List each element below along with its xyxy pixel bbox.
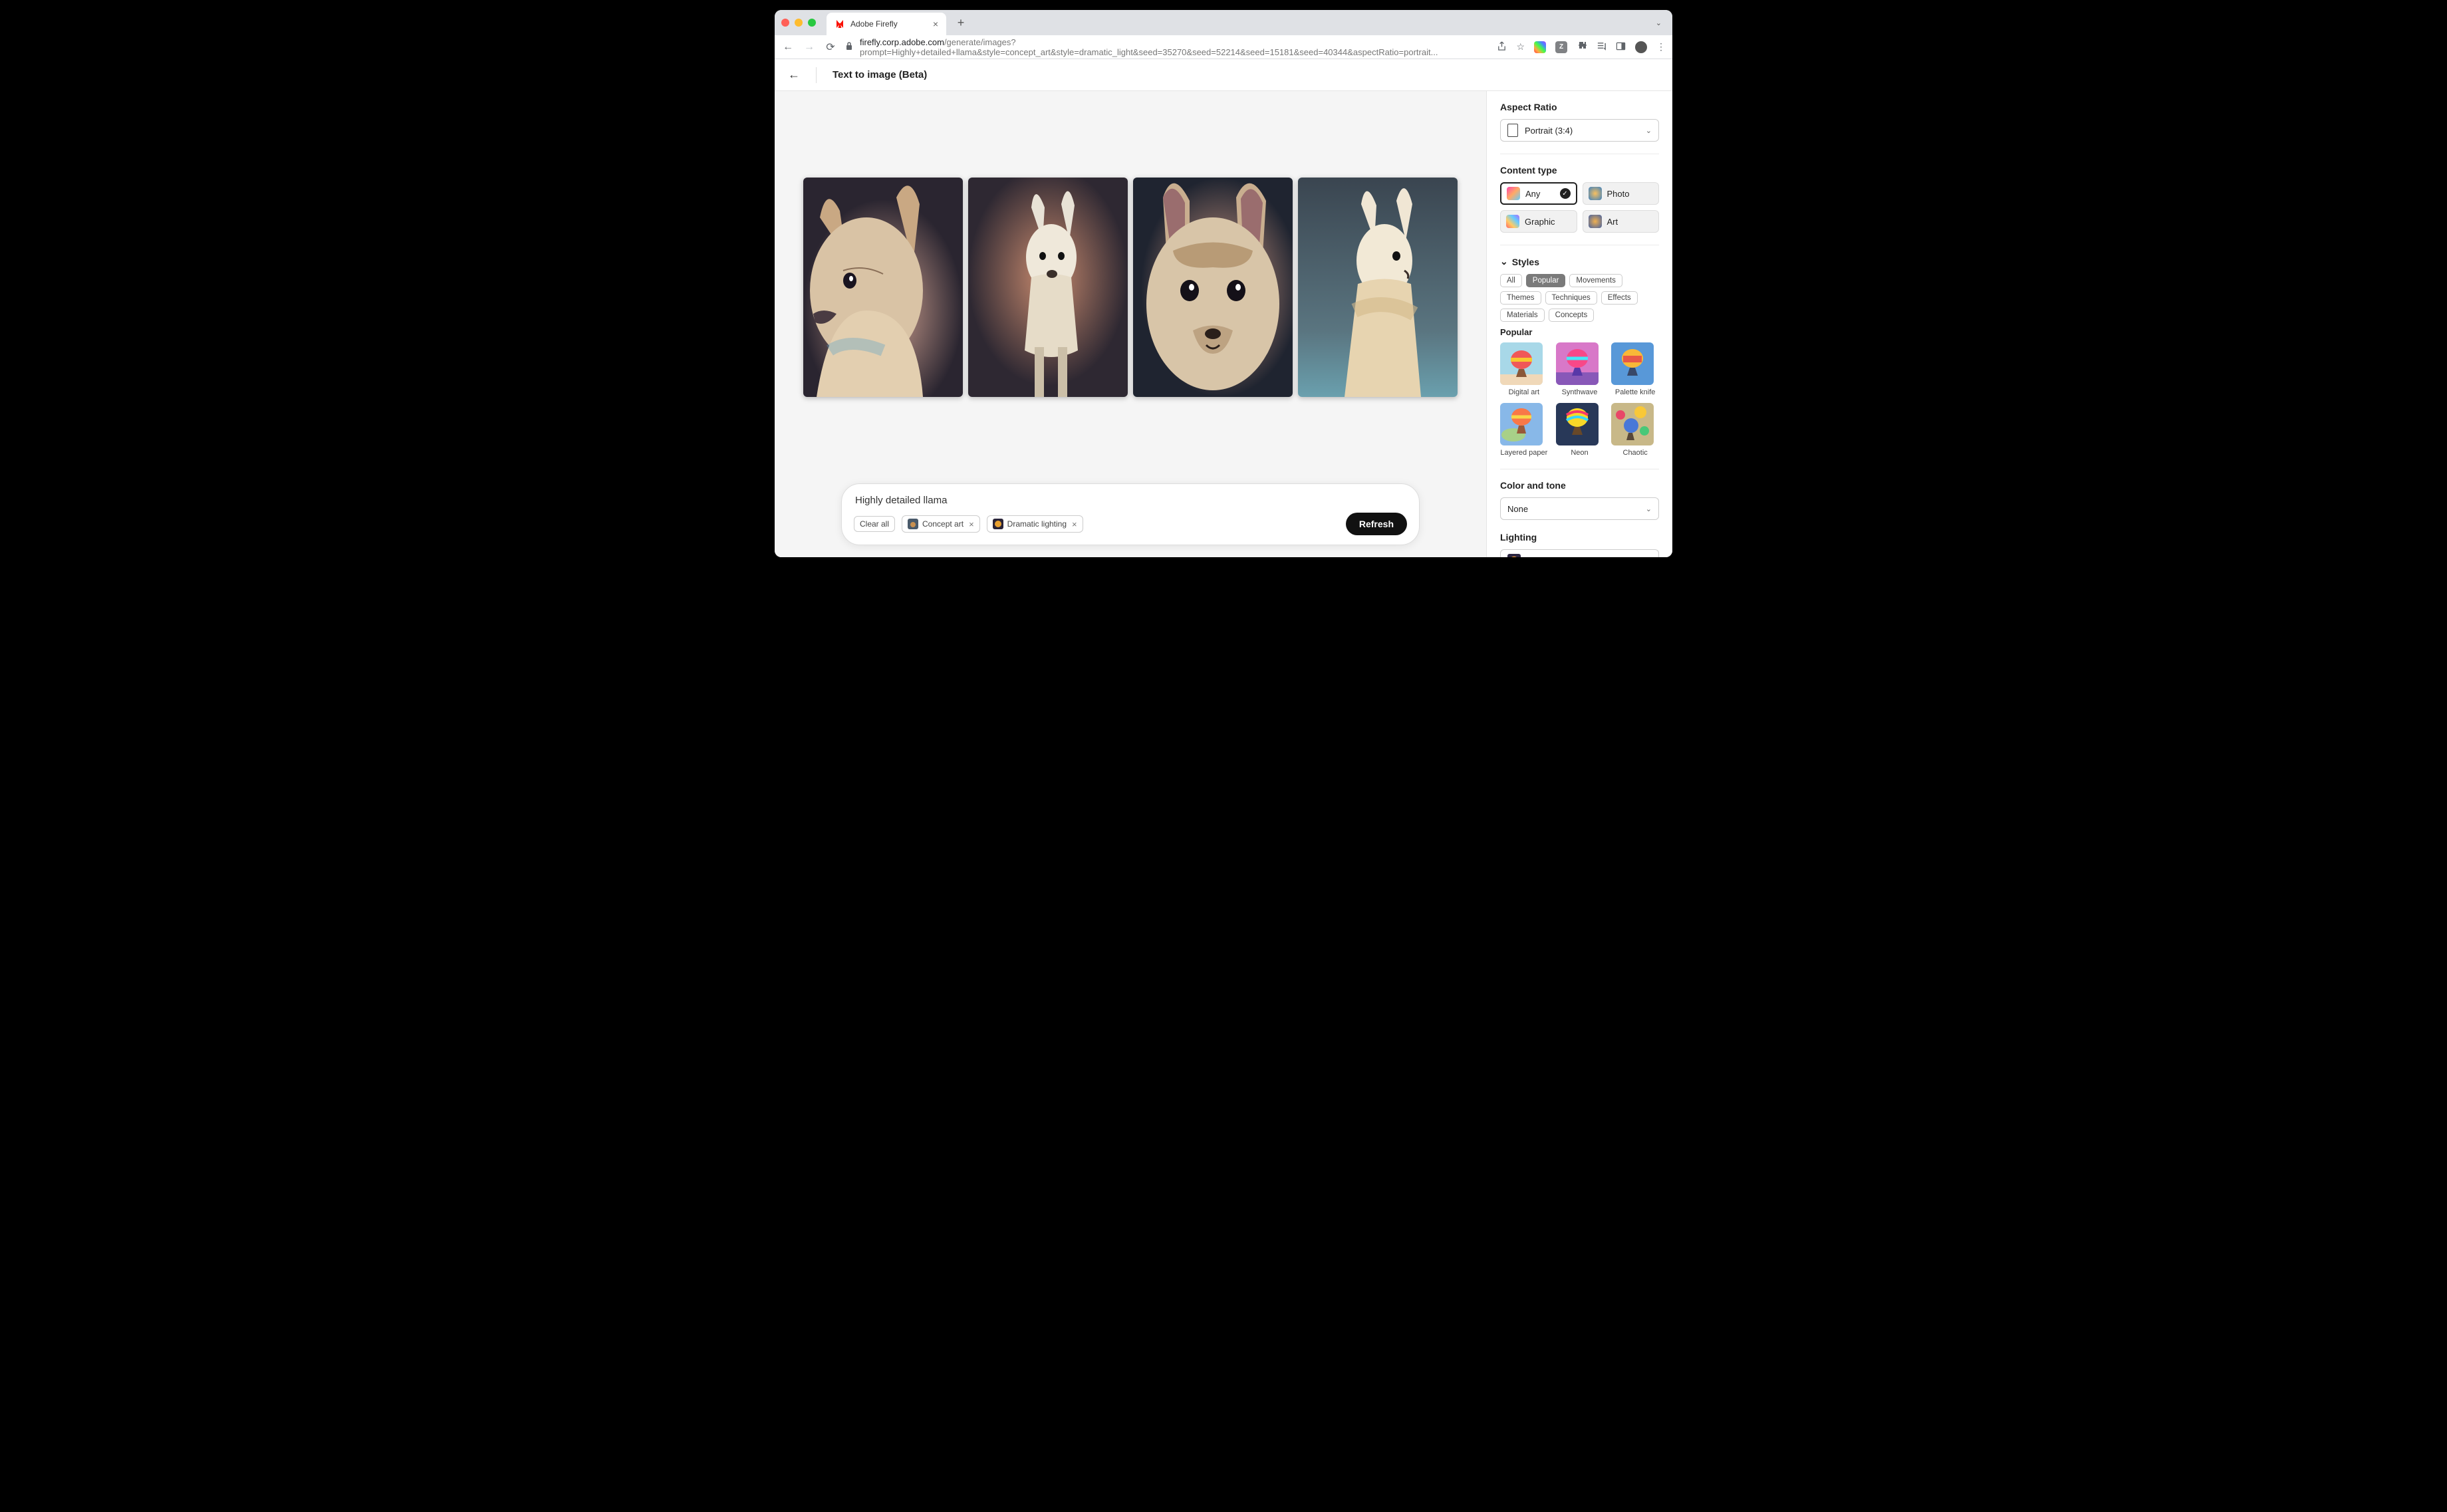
content-type-photo[interactable]: Photo xyxy=(1583,182,1660,205)
filter-materials[interactable]: Materials xyxy=(1500,309,1545,322)
new-tab-button[interactable]: + xyxy=(952,16,970,30)
filter-themes[interactable]: Themes xyxy=(1500,291,1541,305)
aspect-ratio-label: Aspect Ratio xyxy=(1500,102,1659,112)
balloon-thumb-icon xyxy=(1611,342,1654,385)
page-title: Text to image (Beta) xyxy=(833,69,927,80)
divider xyxy=(816,67,817,83)
extension-icon[interactable] xyxy=(1534,41,1546,53)
style-chaotic[interactable]: Chaotic xyxy=(1611,403,1659,457)
tab-title: Adobe Firefly xyxy=(850,19,898,29)
close-window-icon[interactable] xyxy=(781,19,789,27)
prompt-input[interactable]: Highly detailed llama xyxy=(854,492,1407,513)
profile-avatar-icon[interactable] xyxy=(1635,41,1647,53)
refresh-button[interactable]: Refresh xyxy=(1346,513,1407,535)
style-palette-knife[interactable]: Palette knife xyxy=(1611,342,1659,396)
back-button[interactable]: ← xyxy=(781,41,795,53)
reload-button[interactable]: ⟳ xyxy=(824,41,837,54)
extension-z-icon[interactable]: Z xyxy=(1555,41,1567,53)
balloon-thumb-icon xyxy=(1556,342,1599,385)
dramatic-lighting-thumb-icon xyxy=(1507,554,1521,557)
color-tone-label: Color and tone xyxy=(1500,480,1659,491)
close-tab-icon[interactable]: × xyxy=(933,19,938,29)
prompt-bar: Highly detailed llama Clear all Concept … xyxy=(841,483,1420,545)
styles-section-title: Popular xyxy=(1500,327,1659,337)
app-header: ← Text to image (Beta) xyxy=(775,59,1672,91)
lock-icon xyxy=(845,41,853,53)
clear-all-button[interactable]: Clear all xyxy=(854,516,895,532)
side-panel-icon[interactable] xyxy=(1616,41,1626,53)
filter-popular[interactable]: Popular xyxy=(1526,274,1566,287)
bookmark-icon[interactable]: ☆ xyxy=(1516,41,1525,53)
window-controls[interactable] xyxy=(781,19,816,27)
generated-image[interactable] xyxy=(1133,178,1293,397)
lighting-select[interactable]: Dramatic lighting ⌄ xyxy=(1500,549,1659,557)
content-type-any[interactable]: Any ✓ xyxy=(1500,182,1577,205)
balloon-thumb-icon xyxy=(1500,342,1543,385)
filter-concepts[interactable]: Concepts xyxy=(1549,309,1595,322)
chevron-down-icon: ⌄ xyxy=(1500,256,1508,267)
address-bar[interactable]: firefly.corp.adobe.com/generate/images?p… xyxy=(845,37,1489,57)
balloon-thumb-icon xyxy=(1500,403,1543,445)
filter-techniques[interactable]: Techniques xyxy=(1545,291,1597,305)
style-chip[interactable]: Concept art × xyxy=(902,515,980,533)
minimize-window-icon[interactable] xyxy=(795,19,803,27)
content-type-graphic[interactable]: Graphic xyxy=(1500,210,1577,233)
reading-list-icon[interactable] xyxy=(1597,41,1607,53)
balloon-thumb-icon xyxy=(1611,403,1654,445)
filter-effects[interactable]: Effects xyxy=(1601,291,1638,305)
check-icon: ✓ xyxy=(1560,188,1571,199)
styles-toggle[interactable]: ⌄ Styles xyxy=(1500,256,1659,267)
style-neon[interactable]: Neon xyxy=(1556,403,1604,457)
remove-chip-icon[interactable]: × xyxy=(969,519,974,529)
graphic-thumb-icon xyxy=(1506,215,1519,228)
generated-image[interactable] xyxy=(1298,178,1458,397)
maximize-window-icon[interactable] xyxy=(808,19,816,27)
art-thumb-icon xyxy=(1589,215,1602,228)
style-digital-art[interactable]: Digital art xyxy=(1500,342,1548,396)
tabs-dropdown-icon[interactable]: ⌄ xyxy=(1656,19,1666,27)
remove-chip-icon[interactable]: × xyxy=(1072,519,1077,529)
aspect-ratio-select[interactable]: Portrait (3:4) ⌄ xyxy=(1500,119,1659,142)
lighting-label: Lighting xyxy=(1500,532,1659,543)
style-layered-paper[interactable]: Layered paper xyxy=(1500,403,1548,457)
firefly-favicon-icon xyxy=(835,19,845,29)
concept-art-thumb-icon xyxy=(908,519,918,529)
browser-tab[interactable]: Adobe Firefly × xyxy=(827,13,946,35)
share-icon[interactable] xyxy=(1497,41,1507,53)
any-thumb-icon xyxy=(1507,187,1520,200)
style-chip[interactable]: Dramatic lighting × xyxy=(987,515,1083,533)
canvas-area: Highly detailed llama Clear all Concept … xyxy=(775,91,1486,557)
browser-chrome: Adobe Firefly × + ⌄ ← → ⟳ firefly.corp.a… xyxy=(775,10,1672,59)
generated-image[interactable] xyxy=(803,178,963,397)
chevron-down-icon: ⌄ xyxy=(1646,505,1652,513)
url-host: firefly.corp.adobe.com xyxy=(860,37,944,47)
style-synthwave[interactable]: Synthwave xyxy=(1556,342,1604,396)
filter-all[interactable]: All xyxy=(1500,274,1522,287)
settings-sidebar: Aspect Ratio Portrait (3:4) ⌄ Content ty… xyxy=(1486,91,1672,557)
kebab-menu-icon[interactable]: ⋮ xyxy=(1656,41,1666,53)
balloon-thumb-icon xyxy=(1556,403,1599,445)
url-path: /generate/images?prompt=Highly+detailed+… xyxy=(860,37,1438,57)
app-back-button[interactable]: ← xyxy=(788,68,800,82)
extensions-puzzle-icon[interactable] xyxy=(1577,41,1587,53)
style-filter-row: All Popular Movements Themes Techniques … xyxy=(1500,274,1659,322)
forward-button[interactable]: → xyxy=(803,41,816,53)
color-tone-select[interactable]: None ⌄ xyxy=(1500,497,1659,520)
photo-thumb-icon xyxy=(1589,187,1602,200)
generated-image[interactable] xyxy=(968,178,1128,397)
generated-image-grid xyxy=(775,91,1486,483)
chevron-down-icon: ⌄ xyxy=(1646,557,1652,558)
dramatic-lighting-thumb-icon xyxy=(993,519,1003,529)
filter-movements[interactable]: Movements xyxy=(1569,274,1622,287)
content-type-art[interactable]: Art xyxy=(1583,210,1660,233)
chevron-down-icon: ⌄ xyxy=(1646,126,1652,135)
content-type-label: Content type xyxy=(1500,165,1659,176)
portrait-icon xyxy=(1507,124,1518,137)
